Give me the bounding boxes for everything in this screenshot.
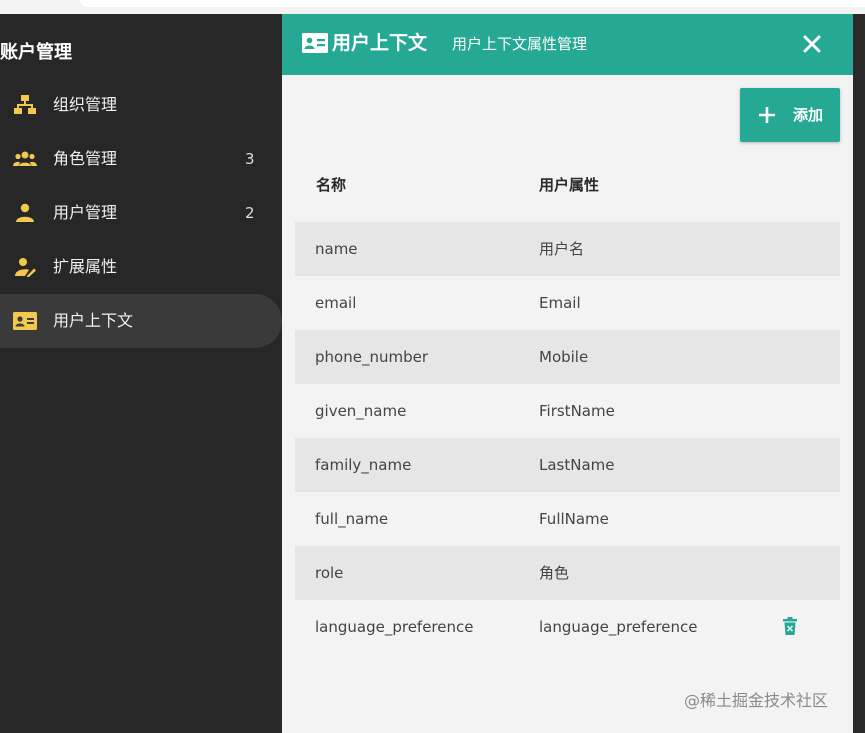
page-scrollbar[interactable] [853,14,865,733]
row-name: role [315,564,344,582]
table-row[interactable]: email Email [295,276,840,330]
sidebar-item-extended-attrs[interactable]: 扩展属性 [0,240,282,294]
row-name: email [315,294,357,312]
table-row[interactable]: given_name FirstName [295,384,840,438]
sidebar-item-roles[interactable]: 角色管理 3 [0,132,282,186]
sidebar-item-org[interactable]: 组织管理 [0,78,282,132]
sidebar-item-count: 3 [245,150,255,168]
row-name: given_name [315,402,407,420]
watermark: @稀土掘金技术社区 [684,691,829,710]
sidebar-item-label: 扩展属性 [53,257,118,276]
browser-top-strip [0,0,865,14]
row-attr: 用户名 [539,240,585,258]
column-header-name: 名称 [316,176,347,194]
browser-tab-edge [80,0,865,7]
table-row[interactable]: name 用户名 [295,222,840,276]
table-row[interactable]: full_name FullName [295,492,840,546]
sidebar-item-label: 用户管理 [53,203,118,222]
org-tree-icon [14,95,36,114]
sidebar-title: 账户管理 [0,42,72,63]
row-attr: 角色 [539,564,570,582]
plus-icon [759,107,775,123]
row-attr: FullName [539,510,609,528]
close-icon[interactable] [798,30,826,58]
row-name: language_preference [315,618,474,636]
delete-icon[interactable] [783,617,797,635]
row-attr: LastName [539,456,615,474]
sidebar-item-user-context[interactable]: 用户上下文 [0,294,282,348]
group-icon [13,151,37,166]
add-button-label: 添加 [793,106,824,124]
row-attr: Mobile [539,348,589,366]
sidebar-item-label: 角色管理 [53,149,118,168]
contact-card-icon [13,312,37,330]
sidebar-item-label: 组织管理 [53,95,118,114]
panel-subtitle: 用户上下文属性管理 [452,35,588,53]
add-button[interactable]: 添加 [740,88,840,142]
row-attr: language_preference [539,618,698,636]
panel-header: 用户上下文 用户上下文属性管理 [282,14,853,75]
table-row[interactable]: family_name LastName [295,438,840,492]
contact-card-icon [302,33,328,53]
sidebar-item-label: 用户上下文 [53,311,134,330]
column-header-attr: 用户属性 [539,176,600,194]
sidebar-item-users[interactable]: 用户管理 2 [0,186,282,240]
row-attr: FirstName [539,402,615,420]
person-edit-icon [15,258,36,277]
row-name: name [315,240,358,258]
table-row[interactable]: role 角色 [295,546,840,600]
sidebar-item-count: 2 [245,204,255,222]
table-row[interactable]: phone_number Mobile [295,330,840,384]
row-name: phone_number [315,348,428,366]
row-name: full_name [315,510,389,528]
panel-title: 用户上下文 [332,32,428,54]
user-context-panel: 用户上下文 用户上下文属性管理 添加 名称 用户属性 name 用户名 emai… [282,14,853,733]
row-name: family_name [315,456,412,474]
person-icon [16,203,34,222]
row-attr: Email [539,294,581,312]
table-row[interactable]: language_preference language_preference [295,600,840,654]
sidebar: 账户管理 组织管理 角色管理 3 用户管理 2 扩展属性 用户上下文 [0,14,282,733]
